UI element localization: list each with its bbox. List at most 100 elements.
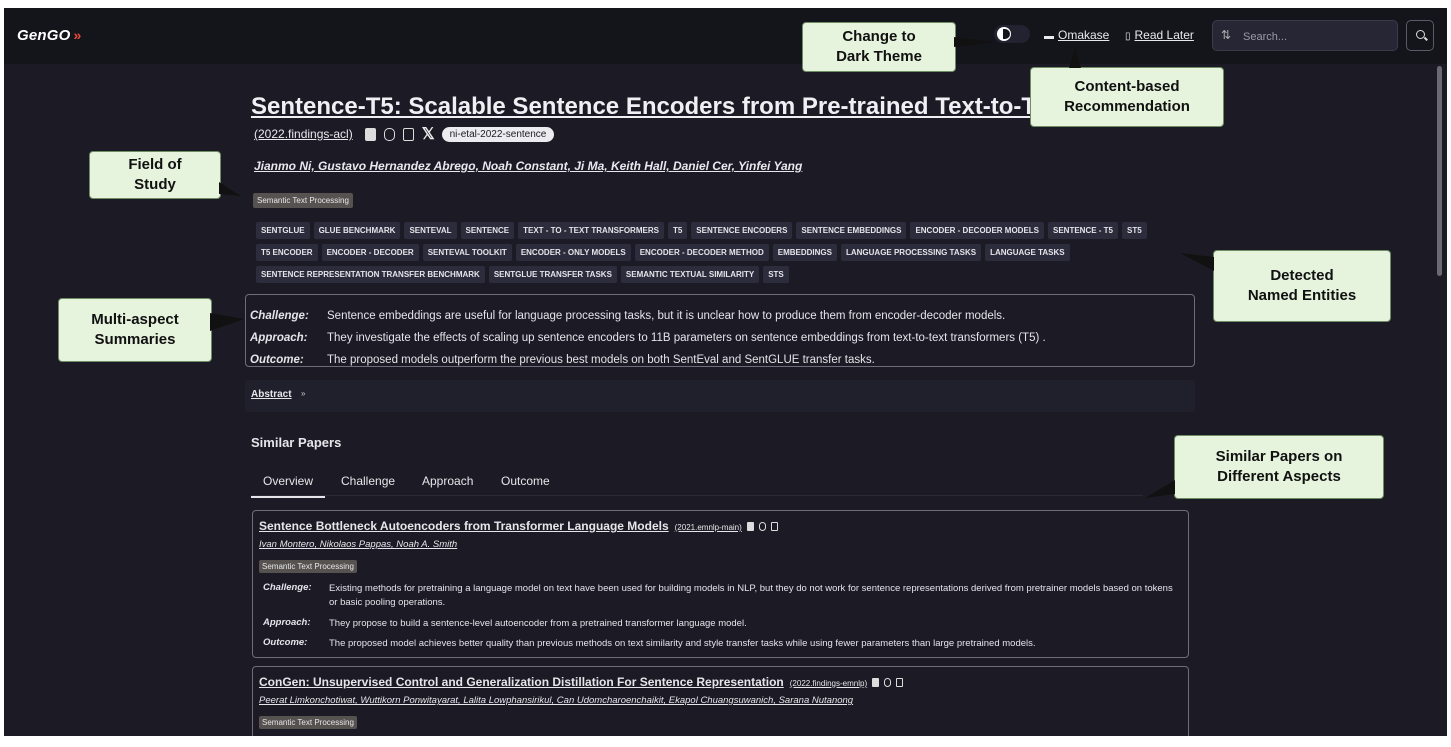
entity-tag[interactable]: EMBEDDINGS <box>772 244 837 261</box>
entity-tag[interactable]: LANGUAGE TASKS <box>985 244 1070 261</box>
entity-tag[interactable]: ENCODER - DECODER MODELS <box>910 222 1044 239</box>
summary-challenge: Challenge: Sentence embeddings are useful… <box>250 310 1005 322</box>
tab-outcome[interactable]: Outcome <box>489 470 562 496</box>
card-title-text[interactable]: ConGen: Unsupervised Control and General… <box>259 675 784 689</box>
tab-challenge[interactable]: Challenge <box>329 470 407 496</box>
search-box: ⇅ <box>1212 20 1398 51</box>
challenge-text: Sentence embeddings are useful for langu… <box>327 310 1006 322</box>
omakase-label: Omakase <box>1058 28 1110 42</box>
similar-papers-heading: Similar Papers <box>251 435 342 450</box>
card-authors[interactable]: Peerat Limkonchotiwat, Wuttikorn Ponwita… <box>259 695 853 706</box>
card-authors[interactable]: Ivan Montero, Nikolaos Pappas, Noah A. S… <box>259 539 457 550</box>
entity-tag[interactable]: SENTENCE ENCODERS <box>691 222 793 239</box>
search-prefix-icon: ⇅ <box>1221 28 1232 42</box>
read-later-label: Read Later <box>1134 28 1194 42</box>
paper-meta: (2022.findings-acl) 𝕏 ni-etal-2022-sente… <box>254 124 555 144</box>
callout-arrow-icon <box>954 37 994 47</box>
entity-tag[interactable]: ENCODER - ONLY MODELS <box>515 244 631 261</box>
outcome-text: The proposed model achieves better quali… <box>329 638 1036 649</box>
logo-chevron-icon: » <box>73 27 82 43</box>
card-title[interactable]: Sentence Bottleneck Autoencoders from Tr… <box>259 519 778 533</box>
callout-arrow-icon <box>219 182 241 196</box>
abstract-label[interactable]: Abstract <box>251 389 292 400</box>
challenge-text: Existing methods for pretraining a langu… <box>329 583 1173 608</box>
entity-tag[interactable]: SEMANTIC TEXTUAL SIMILARITY <box>620 266 760 283</box>
paper-venue[interactable]: (2022.findings-acl) <box>254 127 353 141</box>
paper-authors[interactable]: Jianmo Ni, Gustavo Hernandez Abrego, Noa… <box>254 159 802 173</box>
entity-tags: SENTGLUE GLUE BENCHMARK SENTEVAL SENTENCE TE… <box>256 222 1196 283</box>
callout-field: Field of Study <box>89 151 241 199</box>
theme-toggle[interactable] <box>994 25 1030 43</box>
entity-tag[interactable]: T5 <box>667 222 688 239</box>
summary-approach: Approach: They investigate the effects of… <box>250 332 1046 344</box>
bookmark-icon[interactable] <box>770 522 778 532</box>
tab-approach[interactable]: Approach <box>410 470 485 496</box>
github-icon[interactable] <box>383 127 395 141</box>
callout-summaries: Multi-aspect Summaries <box>58 298 244 362</box>
entity-tag[interactable]: SENTENCE EMBEDDINGS <box>796 222 907 239</box>
omakase-link[interactable]: ▬ Omakase <box>1044 28 1109 42</box>
search-button[interactable] <box>1406 20 1434 51</box>
entity-tag[interactable]: TEXT - TO - TEXT TRANSFORMERS <box>518 222 664 239</box>
chevron-down-icon: » <box>301 389 306 398</box>
search-input[interactable] <box>1241 27 1395 47</box>
entity-tag[interactable]: SENTGLUE <box>256 222 310 239</box>
github-icon[interactable] <box>884 678 892 688</box>
callout-similar: Similar Papers on Different Aspects <box>1145 435 1384 499</box>
entity-tag[interactable]: ENCODER - DECODER <box>321 244 419 261</box>
summary-box: Challenge: Sentence embeddings are useful… <box>245 294 1195 367</box>
tab-overview[interactable]: Overview <box>251 470 326 498</box>
card-title[interactable]: ConGen: Unsupervised Control and General… <box>259 675 904 689</box>
x-share-icon[interactable]: 𝕏 <box>422 124 435 144</box>
read-later-link[interactable]: ▯ Read Later <box>1125 28 1194 42</box>
app-frame: GenGO» ▬Omakase ▯Read Later ⇅ Sentence-T… <box>4 8 1447 736</box>
entity-tag[interactable]: LANGUAGE PROCESSING TASKS <box>840 244 982 261</box>
tab-divider <box>251 495 1143 496</box>
entity-tag[interactable]: SENTENCE - T5 <box>1048 222 1119 239</box>
entity-tag[interactable]: SENTEVAL TOOLKIT <box>422 244 512 261</box>
bookmark-icon[interactable] <box>402 127 414 141</box>
paper-title[interactable]: Sentence-T5: Scalable Sentence Encoders … <box>251 93 1048 121</box>
pdf-icon[interactable] <box>746 522 754 532</box>
entity-tag[interactable]: SENTENCE REPRESENTATION TRANSFER BENCHMA… <box>256 266 485 283</box>
abstract-toggle[interactable]: Abstract » <box>245 380 1195 412</box>
entity-tag[interactable]: ST5 <box>1122 222 1147 239</box>
card-venue[interactable]: (2021.emnlp-main) <box>675 523 742 532</box>
entity-tag[interactable]: SENTEVAL <box>404 222 457 239</box>
approach-label: Approach: <box>263 617 311 628</box>
moon-icon <box>997 27 1011 41</box>
approach-text: They propose to build a sentence-level a… <box>329 618 747 629</box>
card-field-tag[interactable]: Semantic Text Processing <box>259 716 357 729</box>
callout-dark-theme: Change to Dark Theme <box>802 22 994 72</box>
omakase-icon: ▬ <box>1044 31 1054 42</box>
entity-tag[interactable]: ENCODER - DECODER METHOD <box>634 244 769 261</box>
entity-tag[interactable]: STS <box>763 266 789 283</box>
entity-tag[interactable]: T5 ENCODER <box>256 244 318 261</box>
github-icon[interactable] <box>758 522 766 532</box>
entity-tag[interactable]: SENTENCE <box>460 222 515 239</box>
callout-dark-theme-text: Change to Dark Theme <box>836 28 922 65</box>
callout-summaries-text: Multi-aspect Summaries <box>91 311 179 348</box>
callout-arrow-icon <box>1069 48 1081 68</box>
card-title-text[interactable]: Sentence Bottleneck Autoencoders from Tr… <box>259 519 669 533</box>
callout-similar-text: Similar Papers on Different Aspects <box>1215 448 1343 485</box>
pdf-icon[interactable] <box>872 678 880 688</box>
challenge-label: Challenge: <box>250 310 309 322</box>
pdf-icon[interactable] <box>364 127 376 141</box>
card-venue[interactable]: (2022.findings-emnlp) <box>790 679 867 688</box>
top-nav: GenGO» ▬ Omakase ▯ Read Later ⇅ <box>4 8 1447 64</box>
card-field-tag[interactable]: Semantic Text Processing <box>259 560 357 573</box>
field-of-study-tag[interactable]: Semantic Text Processing <box>253 193 353 208</box>
approach-label: Approach: <box>250 332 308 344</box>
citation-key-badge[interactable]: ni-etal-2022-sentence <box>441 126 555 142</box>
callout-arrow-icon <box>1145 480 1175 498</box>
logo[interactable]: GenGO» <box>17 27 82 44</box>
logo-text[interactable]: GenGO <box>17 27 71 44</box>
callout-entities: Detected Named Entities <box>1180 250 1391 322</box>
bookmark-icon[interactable] <box>896 678 904 688</box>
callout-arrow-icon <box>210 313 244 331</box>
entity-tag[interactable]: GLUE BENCHMARK <box>313 222 401 239</box>
outcome-label: Outcome: <box>263 637 308 648</box>
entity-tag[interactable]: SENTGLUE TRANSFER TASKS <box>488 266 617 283</box>
scrollbar[interactable] <box>1437 66 1442 276</box>
